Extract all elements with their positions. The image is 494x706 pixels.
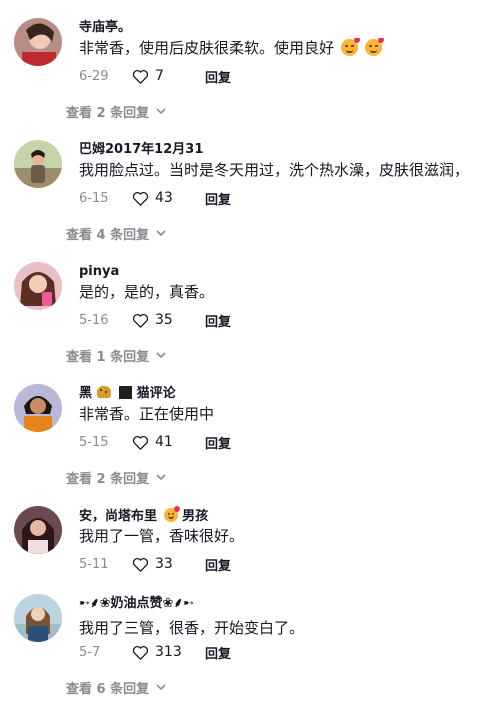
like-button[interactable]: 7 (131, 67, 197, 86)
comment-username[interactable]: ➸⸙❀奶油点赞❀⸙➸ (79, 596, 194, 612)
username-suffix: 男孩 (182, 509, 209, 524)
comment-text: 我用脸点过。当时是冬天用过，洗个热水澡，皮肤很滋润， (79, 161, 470, 179)
reply-button[interactable]: 回复 (205, 311, 231, 330)
view-replies-label: 查看 1 条回复 (66, 349, 150, 365)
view-replies-label: 查看 4 条回复 (66, 227, 150, 243)
comment-text: 我用了三管，很香，开始变白了。 (79, 619, 305, 637)
chevron-down-icon (156, 474, 166, 481)
view-replies-button[interactable]: 查看 6 条回复 (66, 677, 167, 697)
comment-date: 6-15 (79, 190, 109, 206)
comment-meta: 6-29 7 回复 (79, 66, 231, 86)
like-button[interactable]: 41 (131, 433, 197, 452)
comment-date: 5-16 (79, 312, 109, 328)
black-square-icon (119, 386, 133, 399)
comment-username[interactable]: 巴姆2017年12月31 (79, 142, 203, 158)
comment-date: 5-7 (79, 644, 101, 660)
reply-button[interactable]: 回复 (205, 433, 231, 452)
like-count: 41 (155, 434, 173, 450)
comment-text: 我用了一管，香味很好。 (79, 527, 245, 545)
heart-outline-icon (132, 645, 149, 660)
heart-outline-icon (132, 69, 149, 84)
comment-text: 非常香，使用后皮肤很柔软。使用良好 (79, 38, 494, 58)
avatar[interactable] (14, 384, 62, 432)
comment-meta: 5-15 41 回复 (79, 432, 231, 452)
avatar[interactable] (14, 18, 62, 66)
like-button[interactable]: 35 (131, 311, 197, 330)
view-replies-label: 查看 6 条回复 (66, 681, 150, 697)
comment-meta: 5-11 33 回复 (79, 554, 231, 574)
like-count: 7 (155, 68, 164, 84)
comment-meta: 6-15 43 回复 (79, 188, 231, 208)
chevron-down-icon (156, 352, 166, 359)
view-replies-button[interactable]: 查看 4 条回复 (66, 223, 167, 243)
like-button[interactable]: 43 (131, 189, 197, 208)
username-prefix: 黑 (79, 386, 93, 401)
comment-username[interactable]: 黑 猫评论 (79, 386, 176, 402)
comment-text: 是的，是的，真香。 (79, 283, 215, 301)
reply-button[interactable]: 回复 (205, 643, 231, 662)
smiling-face-with-hearts-icon (340, 38, 360, 56)
comment-date: 5-11 (79, 556, 109, 572)
avatar[interactable] (14, 140, 62, 188)
heart-outline-icon (132, 313, 149, 328)
comment-date: 6-29 (79, 68, 109, 84)
reply-button[interactable]: 回复 (205, 189, 231, 208)
like-count: 313 (155, 644, 182, 660)
comment-username[interactable]: pinya (79, 264, 119, 280)
smiling-face-with-hearts-icon (364, 38, 384, 56)
comment-username[interactable]: 安，尚塔布里 男孩 (79, 506, 209, 525)
smiling-face-with-hearts-icon (163, 506, 180, 522)
view-replies-button[interactable]: 查看 2 条回复 (66, 467, 167, 487)
comment-text-content: 非常香，使用后皮肤很柔软。使用良好 (79, 39, 335, 57)
view-replies-button[interactable]: 查看 2 条回复 (66, 101, 167, 121)
view-replies-button[interactable]: 查看 1 条回复 (66, 345, 167, 365)
comment-date: 5-15 (79, 434, 109, 450)
leopard-icon (96, 386, 111, 398)
comment-text: 非常香。正在使用中 (79, 405, 215, 423)
chevron-down-icon (156, 108, 166, 115)
reply-button[interactable]: 回复 (205, 67, 231, 86)
comment-meta: 5-7 313 回复 (79, 642, 231, 662)
reply-button[interactable]: 回复 (205, 555, 231, 574)
heart-outline-icon (132, 191, 149, 206)
heart-outline-icon (132, 557, 149, 572)
avatar[interactable] (14, 594, 62, 642)
avatar[interactable] (14, 262, 62, 310)
avatar[interactable] (14, 506, 62, 554)
username-suffix: 猫评论 (136, 386, 176, 401)
like-count: 43 (155, 190, 173, 206)
like-count: 35 (155, 312, 173, 328)
comment-username[interactable]: 寺庙亭。 (79, 20, 131, 36)
like-count: 33 (155, 556, 173, 572)
like-button[interactable]: 33 (131, 555, 197, 574)
chevron-down-icon (156, 230, 166, 237)
chevron-down-icon (156, 684, 166, 691)
username-prefix: 安，尚塔布里 (79, 509, 158, 524)
comment-meta: 5-16 35 回复 (79, 310, 231, 330)
heart-outline-icon (132, 435, 149, 450)
view-replies-label: 查看 2 条回复 (66, 471, 150, 487)
like-button[interactable]: 313 (131, 643, 197, 662)
view-replies-label: 查看 2 条回复 (66, 105, 150, 121)
